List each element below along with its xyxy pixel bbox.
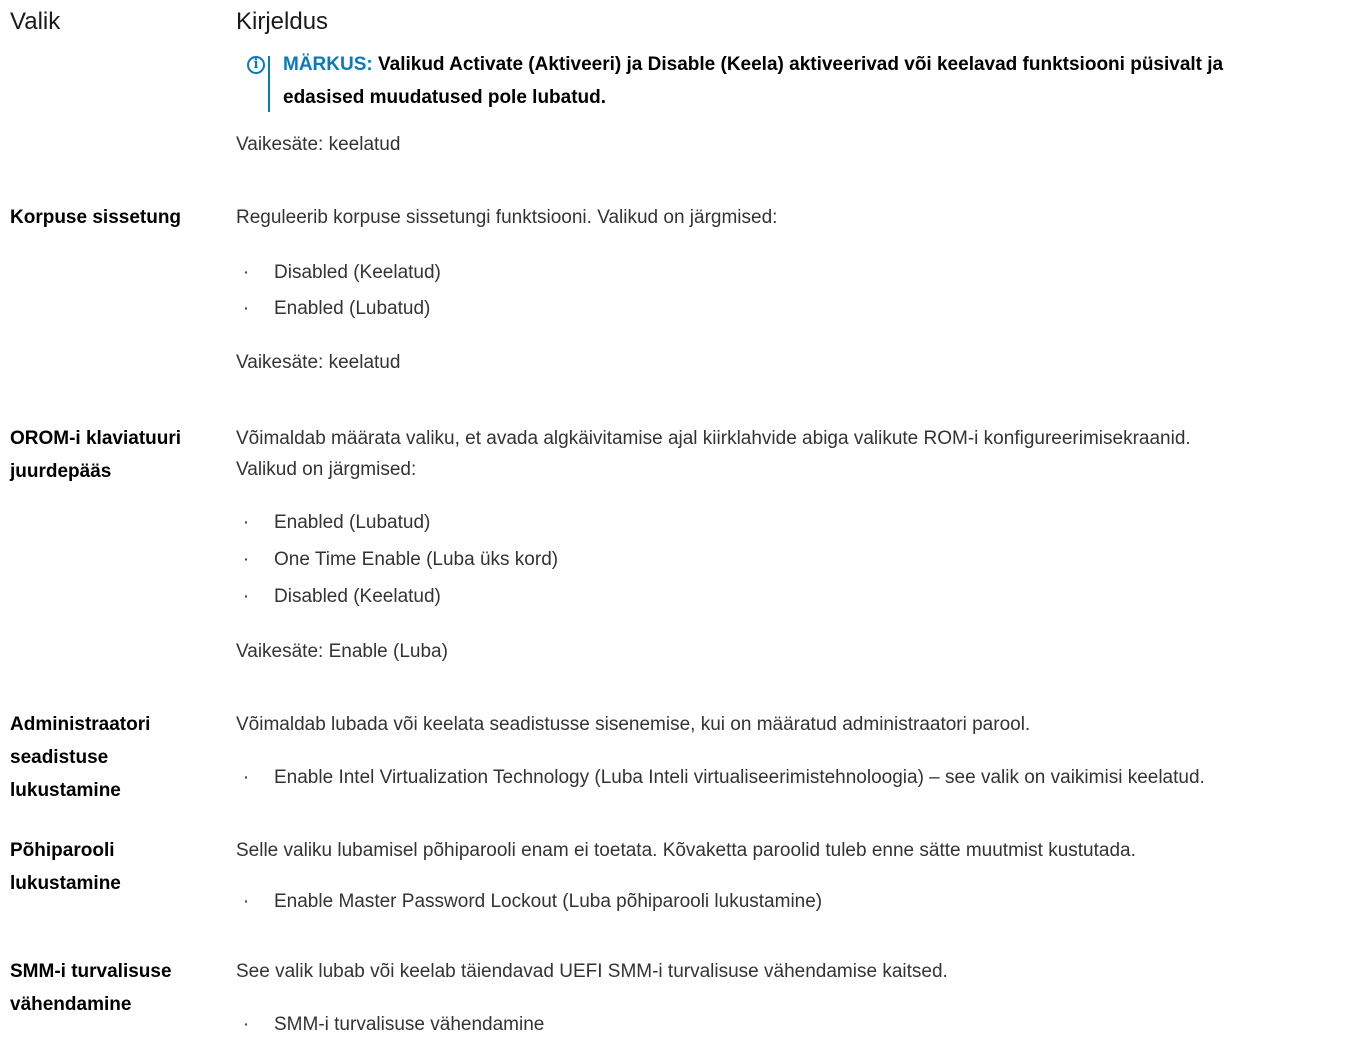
column-header-description: Kirjeldus <box>236 8 329 35</box>
option-name-admin-setup-lockout: Administraatori <box>10 714 151 735</box>
note-bar <box>268 56 270 112</box>
note-label: MÄRKUS: <box>283 54 373 75</box>
default-value: Vaikesäte: keelatud <box>236 352 401 373</box>
option-name-admin-setup-lockout-line3: lukustamine <box>10 780 121 801</box>
description-orom-keyboard: Võimaldab määrata valiku, et avada algkä… <box>236 428 1191 449</box>
list-item: · SMM-i turvalisuse vähendamine <box>242 1014 545 1035</box>
description-admin-setup-lockout: Võimaldab lubada või keelata seadistusse… <box>236 714 1031 735</box>
list-item: · Enable Master Password Lockout (Luba põ… <box>242 891 823 912</box>
list-item: · Enabled (Lubatud) <box>242 298 431 319</box>
list-item: · Enabled (Lubatud) <box>242 512 431 533</box>
description-orom-keyboard-line2: Valikud on järgmised: <box>236 459 417 480</box>
list-item: · One Time Enable (Luba üks kord) <box>242 549 559 570</box>
option-name-orom-keyboard: OROM-i klaviatuuri <box>10 428 182 449</box>
info-icon: i <box>247 56 265 74</box>
option-name-smm-security-mitigation-line2: vähendamine <box>10 994 132 1015</box>
note-line-1: MÄRKUS: Valikud Activate (Aktiveeri) ja … <box>283 50 1223 79</box>
list-item: · Disabled (Keelatud) <box>242 586 441 607</box>
list-item: · Disabled (Keelatud) <box>242 262 441 283</box>
option-name-master-password-lockout: Põhiparooli <box>10 840 115 861</box>
note-line-2: edasised muudatused pole lubatud. <box>283 87 607 108</box>
note-text-1: Valikud Activate (Aktiveeri) ja Disable … <box>378 54 1224 75</box>
description-master-password-lockout: Selle valiku lubamisel põhiparooli enam … <box>236 840 1136 861</box>
option-name-smm-security-mitigation: SMM-i turvalisuse <box>10 961 172 982</box>
option-name-admin-setup-lockout-line2: seadistuse <box>10 747 109 768</box>
default-value: Vaikesäte: Enable (Luba) <box>236 641 448 662</box>
option-name-chassis-intrusion: Korpuse sissetung <box>10 207 182 228</box>
column-header-option: Valik <box>10 8 61 35</box>
description-smm-security-mitigation: See valik lubab või keelab täiendavad UE… <box>236 961 948 982</box>
list-item: · Enable Intel Virtualization Technology … <box>242 767 1205 788</box>
description-chassis-intrusion: Reguleerib korpuse sissetungi funktsioon… <box>236 207 778 228</box>
option-name-orom-keyboard-line2: juurdepääs <box>10 461 112 482</box>
option-name-master-password-lockout-line2: lukustamine <box>10 873 121 894</box>
default-value-top: Vaikesäte: keelatud <box>236 134 401 155</box>
